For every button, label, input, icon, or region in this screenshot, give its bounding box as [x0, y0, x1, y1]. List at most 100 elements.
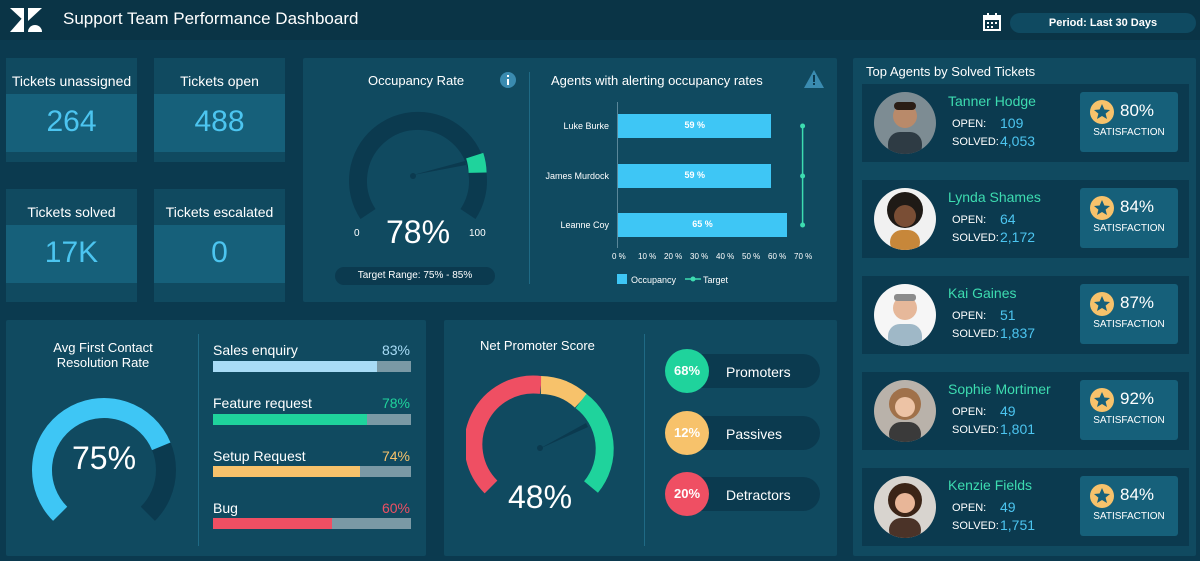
- satisfaction-pct: 80%: [1120, 101, 1155, 120]
- agent-solved-key: SOLVED:: [952, 328, 999, 340]
- target-point: [800, 222, 806, 228]
- kpi-tickets-escalated: Tickets escalated 0: [154, 189, 285, 302]
- fcr-row-bar: [213, 361, 411, 372]
- page-title: Support Team Performance Dashboard: [63, 9, 359, 28]
- fcr-row-pct: 60%: [381, 500, 410, 516]
- agent-open-value: 49: [1000, 403, 1016, 419]
- agent-name: Lynda Shames: [948, 189, 1041, 205]
- fcr-row-fill: [213, 414, 368, 425]
- kpi-label: Tickets open: [180, 73, 259, 89]
- agent-name: Kenzie Fields: [948, 477, 1033, 493]
- x-tick-label: 0 %: [612, 252, 626, 261]
- agent-card[interactable]: Sophie Mortimer OPEN: 49 SOLVED: 1,801 9…: [862, 372, 1189, 450]
- agent-open-value: 109: [1000, 115, 1024, 131]
- x-tick-label: 30 %: [690, 252, 709, 261]
- period-selector[interactable]: Period: Last 30 Days: [1010, 13, 1196, 33]
- satisfaction-box: 92% SATISFACTION: [1080, 380, 1178, 440]
- x-tick-label: 60 %: [768, 252, 787, 261]
- agent-solved-key: SOLVED:: [952, 520, 999, 532]
- star-badge-icon: [1090, 388, 1114, 412]
- alerting-title: Agents with alerting occupancy rates: [551, 73, 763, 88]
- avatar: [874, 188, 936, 250]
- fcr-row-bar: [213, 414, 411, 425]
- agent-open-key: OPEN:: [952, 502, 987, 514]
- agent-card[interactable]: Kai Gaines OPEN: 51 SOLVED: 1,837 87% SA…: [862, 276, 1189, 354]
- divider: [644, 334, 645, 546]
- fcr-row-bar: [213, 518, 411, 529]
- star-badge-icon: [1090, 100, 1114, 124]
- top-agents-title: Top Agents by Solved Tickets: [866, 64, 1036, 79]
- occupancy-panel: Occupancy Rate 0 100 78% Target Range: 7…: [303, 58, 837, 302]
- satisfaction-label: SATISFACTION: [1093, 511, 1165, 522]
- occupancy-title: Occupancy Rate: [368, 73, 465, 88]
- satisfaction-label: SATISFACTION: [1093, 223, 1165, 234]
- divider: [198, 334, 199, 546]
- star-badge-icon: [1090, 196, 1114, 220]
- kpi-tickets-open: Tickets open 488: [154, 58, 285, 162]
- agent-open-value: 49: [1000, 499, 1016, 515]
- x-tick-label: 50 %: [742, 252, 761, 261]
- occupancy-gauge: [349, 111, 487, 219]
- kpi-value: 488: [194, 105, 245, 138]
- occupancy-value: 78%: [385, 214, 451, 250]
- x-tick-label: 10 %: [638, 252, 657, 261]
- agent-open-value: 51: [1000, 307, 1016, 323]
- fcr-row-label: Sales enquiry: [213, 342, 298, 358]
- satisfaction-label: SATISFACTION: [1093, 319, 1165, 330]
- avatar: [874, 92, 936, 154]
- calendar-icon[interactable]: [982, 12, 1002, 32]
- agent-name: Kai Gaines: [948, 285, 1017, 301]
- fcr-value: 75%: [71, 440, 137, 476]
- agent-card[interactable]: Lynda Shames OPEN: 64 SOLVED: 2,172 84% …: [862, 180, 1189, 258]
- agent-open-value: 64: [1000, 211, 1016, 227]
- info-icon[interactable]: [500, 72, 516, 88]
- agent-open-key: OPEN:: [952, 310, 987, 322]
- star-badge-icon: [1090, 292, 1114, 316]
- agent-card[interactable]: Tanner Hodge OPEN: 109 SOLVED: 4,053 80%…: [862, 84, 1189, 162]
- fcr-panel: Avg First Contact Resolution Rate 75% Sa…: [6, 320, 426, 556]
- kpi-tickets-unassigned: Tickets unassigned 264: [6, 58, 137, 162]
- fcr-row-bar: [213, 466, 411, 477]
- nps-value: 48%: [507, 479, 573, 515]
- x-tick-label: 20 %: [664, 252, 683, 261]
- kpi-label: Tickets solved: [27, 204, 116, 220]
- nps-passives-pct: 12%: [665, 411, 709, 455]
- avatar: [874, 476, 936, 538]
- nps-panel: Net Promoter Score 48% 68% Promoters 12%…: [444, 320, 837, 556]
- agent-solved-key: SOLVED:: [952, 232, 999, 244]
- agent-solved-value: 1,801: [1000, 421, 1036, 437]
- fcr-row-pct: 78%: [381, 395, 410, 411]
- satisfaction-box: 84% SATISFACTION: [1080, 476, 1178, 536]
- satisfaction-label: SATISFACTION: [1093, 415, 1165, 426]
- satisfaction-box: 87% SATISFACTION: [1080, 284, 1178, 344]
- gauge-max: 100: [469, 228, 486, 239]
- satisfaction-pct: 84%: [1120, 197, 1155, 216]
- star-badge-icon: [1090, 484, 1114, 508]
- agent-card[interactable]: Kenzie Fields OPEN: 49 SOLVED: 1,751 84%…: [862, 468, 1189, 546]
- agent-solved-key: SOLVED:: [952, 424, 999, 436]
- agent-open-key: OPEN:: [952, 118, 987, 130]
- alerting-bar-chart: Luke Burke James Murdock Leanne Coy 59 %…: [533, 98, 823, 298]
- agent-solved-value: 1,837: [1000, 325, 1036, 341]
- fcr-row-label: Setup Request: [213, 448, 306, 464]
- legend-occupancy-swatch: [617, 274, 627, 284]
- agent-name: Tanner Hodge: [948, 93, 1036, 109]
- fcr-row-fill: [213, 361, 378, 372]
- satisfaction-box: 80% SATISFACTION: [1080, 92, 1178, 152]
- fcr-row-pct: 74%: [381, 448, 410, 464]
- fcr-title: Avg First Contact Resolution Rate: [28, 340, 178, 370]
- nps-detractors-pct: 20%: [665, 472, 709, 516]
- fcr-row-pct: 83%: [381, 342, 410, 358]
- kpi-value: 264: [46, 105, 97, 138]
- nps-promoters-pct: 68%: [665, 349, 709, 393]
- fcr-title-line1: Avg First Contact: [53, 340, 153, 355]
- agent-solved-key: SOLVED:: [952, 136, 999, 148]
- target-range: Target Range: 75% - 85%: [335, 267, 495, 285]
- fcr-title-line2: Resolution Rate: [56, 355, 150, 370]
- satisfaction-pct: 84%: [1120, 485, 1155, 504]
- target-line: [800, 123, 806, 228]
- avatar: [874, 284, 936, 346]
- legend-target-swatch: [685, 276, 701, 282]
- agent-open-key: OPEN:: [952, 214, 987, 226]
- warning-icon[interactable]: [804, 70, 824, 88]
